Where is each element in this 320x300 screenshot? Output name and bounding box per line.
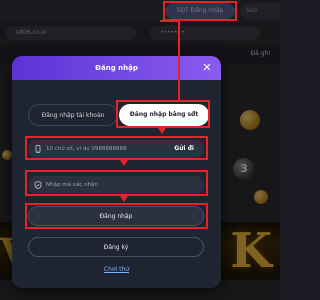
annotation-box [25, 170, 208, 196]
tab-account-login[interactable]: Đăng nhập tài khoản [28, 104, 118, 126]
annotation-box [116, 100, 210, 128]
annotation-arrow [120, 160, 128, 166]
annotation-box [25, 203, 208, 229]
close-icon[interactable]: ✕ [199, 60, 215, 76]
annotation-line [160, 20, 180, 22]
annotation-arrow [158, 128, 166, 134]
modal-title: Đăng nhập [95, 64, 138, 72]
annotation-line [178, 21, 180, 101]
annotation-box [25, 136, 208, 160]
try-play-link[interactable]: Chơi thử [12, 266, 221, 273]
register-button[interactable]: Đăng ký [28, 237, 204, 257]
annotation-box [163, 1, 237, 21]
annotation-arrow [120, 196, 128, 202]
